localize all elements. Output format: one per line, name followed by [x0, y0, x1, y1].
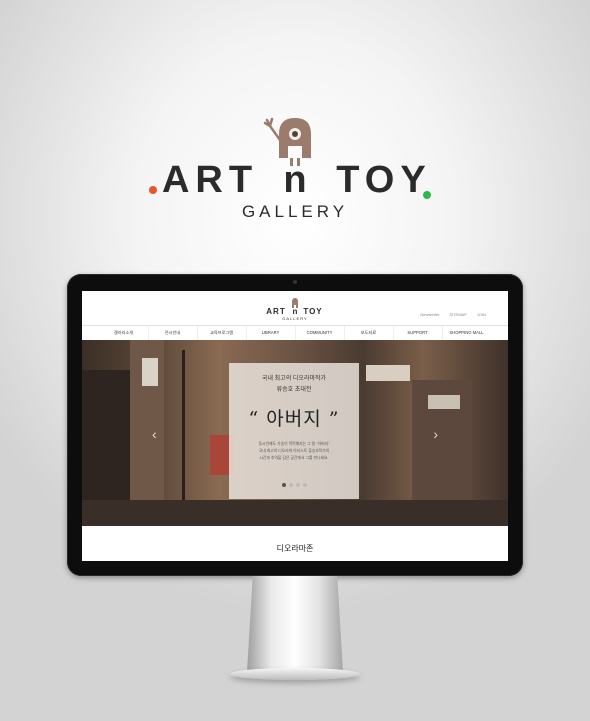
website-screen: ART n TOY GALLERY Newsletter SITEMAP JOI… [82, 291, 508, 561]
main-nav: 갤러리소개 전시안내 교육프로그램 LIBRARY COMMUNITY 보도자료… [82, 325, 508, 341]
top-link-join[interactable]: JOIN [477, 312, 486, 317]
hero-description-line: 시간과 추억을 담은 공간에서 그를 만나세요. [259, 456, 329, 460]
monitor: ART n TOY GALLERY Newsletter SITEMAP JOI… [67, 274, 523, 576]
hero-title: “ 아버지 ” [248, 408, 340, 430]
carousel-dots [229, 483, 359, 487]
site-logo-subtitle: GALLERY [282, 316, 307, 321]
top-links: Newsletter SITEMAP JOIN [420, 312, 486, 317]
hero-photo-sign [142, 358, 158, 386]
hero-line1: 국내 최고의 디오라마작가 [261, 376, 327, 382]
nav-item-support[interactable]: SUPPORT [392, 326, 442, 340]
hero-line2: 류승호 초대전 [276, 387, 312, 393]
hero-description: 동시언제도 가슴이 먹먹해지는 그 말 "아버지" 국내 최고의 디오라마 아티… [229, 441, 359, 462]
nav-item-exhibition[interactable]: 전시안내 [147, 326, 197, 340]
nav-item-library[interactable]: LIBRARY [245, 326, 295, 340]
brand-word-toy: TOY [336, 159, 431, 201]
top-link-sitemap[interactable]: SITEMAP [449, 312, 467, 317]
section-title: 디오라마존 [276, 544, 314, 553]
chevron-right-icon[interactable]: › [433, 426, 438, 442]
nav-item-education[interactable]: 교육프로그램 [196, 326, 246, 340]
nav-item-press[interactable]: 보도자료 [343, 326, 393, 340]
site-header: ART n TOY GALLERY Newsletter SITEMAP JOI… [82, 291, 508, 325]
monitor-stand [247, 576, 343, 672]
brand-orange-dot [149, 186, 157, 194]
carousel-dot[interactable] [295, 483, 300, 487]
webcam-icon [293, 280, 297, 284]
nav-item-shopping-mall[interactable]: SHOPPING MALL [441, 326, 491, 340]
hero-description-line: 국내 최고의 디오라마 아티스트 류승호작가의 [258, 449, 330, 453]
site-logo-word-middle: n [293, 307, 298, 316]
site-logo-word-toy: TOY [303, 307, 322, 316]
carousel-dot[interactable] [302, 483, 307, 487]
brand-word-art: ART [162, 159, 258, 201]
top-link-newsletter[interactable]: Newsletter [420, 312, 439, 317]
carousel-dot[interactable] [288, 483, 293, 487]
hero-description-line: 동시언제도 가슴이 먹먹해지는 그 말 "아버지" [258, 442, 330, 446]
hero-photo-sign [366, 365, 410, 381]
hero-banner: ‹ › 국내 최고의 디오라마작가 류승호 초대전 “ 아버지 ” 동시언제도 … [82, 340, 508, 526]
site-logo[interactable]: ART n TOY GALLERY [250, 297, 340, 321]
hero-overlay-card: 국내 최고의 디오라마작가 류승호 초대전 “ 아버지 ” 동시언제도 가슴이 … [229, 363, 359, 499]
hero-photo-ground [82, 500, 508, 526]
nav-item-gallery-intro[interactable]: 갤러리소개 [100, 326, 148, 340]
carousel-dot[interactable] [281, 483, 286, 487]
brand-word-middle: n [283, 159, 306, 201]
monitor-stand-base [230, 668, 360, 680]
brand-subtitle: GALLERY [242, 202, 348, 221]
brand-logo: ART n TOY GALLERY [149, 117, 431, 221]
chevron-left-icon[interactable]: ‹ [152, 426, 157, 442]
site-logo-word-art: ART [266, 307, 285, 316]
nav-item-community[interactable]: COMMUNITY [294, 326, 344, 340]
hero-photo-sign [428, 395, 460, 409]
brand-green-dot [423, 191, 431, 199]
